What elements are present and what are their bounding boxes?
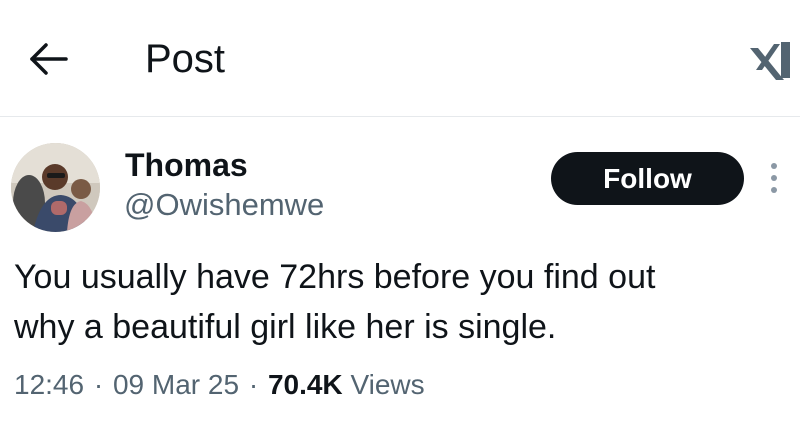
- views-label: Views: [350, 369, 425, 400]
- post-meta: 12:46 · 09 Mar 25 · 70.4K Views: [14, 367, 425, 403]
- meta-separator: ·: [93, 369, 104, 400]
- post-date[interactable]: 09 Mar 25: [113, 369, 239, 400]
- page-title: Post: [145, 37, 226, 81]
- back-button[interactable]: [22, 36, 72, 82]
- meta-separator: ·: [248, 369, 259, 400]
- author-handle[interactable]: @Owishemwe: [124, 186, 324, 224]
- follow-button[interactable]: Follow: [551, 152, 744, 205]
- post-text: You usually have 72hrs before you find o…: [14, 258, 656, 346]
- profile-photo: [11, 143, 100, 232]
- avatar[interactable]: [11, 143, 100, 232]
- author-display-name[interactable]: Thomas: [125, 146, 248, 184]
- more-options-button[interactable]: [764, 160, 784, 196]
- top-bar: Post: [0, 0, 800, 117]
- post-time[interactable]: 12:46: [14, 369, 84, 400]
- more-vertical-icon: [771, 163, 777, 193]
- arrow-left-icon: [30, 43, 68, 75]
- x-logo-icon[interactable]: [748, 40, 792, 82]
- views-count[interactable]: 70.4K: [268, 369, 343, 400]
- post-page: Post Thomas @Owishemwe Follow You usuall…: [0, 0, 800, 425]
